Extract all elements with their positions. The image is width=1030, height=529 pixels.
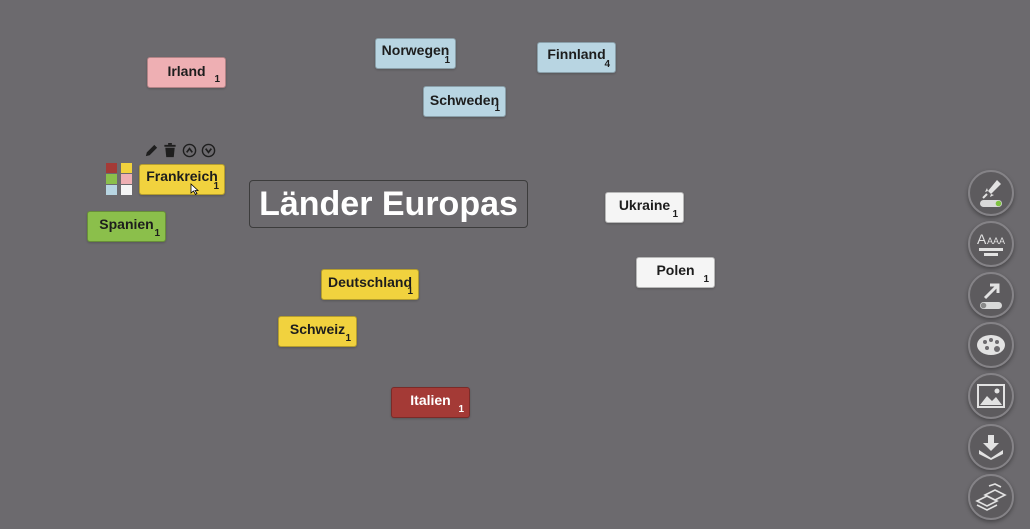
card-irland[interactable]: Irland 1 — [147, 57, 226, 88]
map-title[interactable]: Länder Europas — [249, 180, 528, 228]
card-count: 1 — [494, 103, 500, 114]
card-schweiz[interactable]: Schweiz 1 — [278, 316, 357, 347]
trash-icon[interactable] — [162, 142, 178, 158]
card-norwegen[interactable]: Norwegen 1 — [375, 38, 456, 69]
mouse-cursor-icon — [190, 183, 199, 195]
pencil-icon[interactable] — [143, 142, 159, 158]
download-button[interactable] — [968, 424, 1014, 470]
card-label: Spanien — [99, 216, 154, 232]
card-count: 1 — [444, 55, 450, 66]
card-count: 1 — [345, 333, 351, 344]
card-label: Italien — [410, 392, 451, 408]
card-finnland[interactable]: Finnland 4 — [537, 42, 616, 73]
card-label: Polen — [656, 262, 695, 278]
swatch-blue[interactable] — [106, 185, 117, 195]
card-ukraine[interactable]: Ukraine 1 — [605, 192, 684, 223]
swatch-white[interactable] — [121, 185, 132, 195]
card-label: Norwegen — [381, 42, 450, 58]
rocket-toggle-button[interactable] — [968, 170, 1014, 216]
move-down-icon[interactable] — [200, 142, 216, 158]
color-palette — [106, 163, 132, 195]
font-size-icon: A AAA — [977, 231, 1005, 256]
swatch-yellow[interactable] — [121, 163, 132, 173]
swatch-red[interactable] — [106, 163, 117, 173]
font-size-button[interactable]: A AAA — [968, 221, 1014, 267]
card-count: 1 — [154, 228, 160, 239]
card-deutschland[interactable]: Deutschland 1 — [321, 269, 419, 300]
rocket-toggle-icon — [980, 180, 1002, 207]
card-frankreich[interactable]: Frankreich 1 — [139, 164, 225, 195]
card-polen[interactable]: Polen 1 — [636, 257, 715, 288]
palette-button[interactable] — [968, 322, 1014, 368]
swatch-green[interactable] — [106, 174, 117, 184]
card-schweden[interactable]: Schweden 1 — [423, 86, 506, 117]
layers-icon — [975, 483, 1007, 511]
card-count: 1 — [672, 209, 678, 220]
card-count: 4 — [604, 59, 610, 70]
card-label: Schweden — [429, 92, 500, 108]
card-count: 1 — [213, 181, 219, 192]
card-count: 1 — [214, 74, 220, 85]
move-up-icon[interactable] — [181, 142, 197, 158]
card-label: Finnland — [547, 46, 606, 62]
card-spanien[interactable]: Spanien 1 — [87, 211, 166, 242]
svg-text:A: A — [977, 231, 987, 247]
card-count: 1 — [458, 404, 464, 415]
download-icon — [979, 435, 1003, 460]
image-icon — [977, 384, 1005, 408]
svg-text:AAA: AAA — [987, 236, 1005, 246]
card-italien[interactable]: Italien 1 — [391, 387, 470, 418]
share-export-button[interactable] — [968, 272, 1014, 318]
node-toolbar — [143, 142, 216, 158]
layers-button[interactable] — [968, 474, 1014, 520]
card-label: Deutschland — [327, 274, 412, 290]
swatch-pink[interactable] — [121, 174, 132, 184]
palette-icon — [977, 335, 1005, 355]
share-export-icon — [980, 283, 1002, 309]
card-label: Ukraine — [618, 197, 671, 213]
card-label: Schweiz — [289, 321, 346, 337]
card-label: Irland — [167, 63, 206, 79]
card-label: Frankreich — [146, 168, 218, 184]
image-button[interactable] — [968, 373, 1014, 419]
card-count: 1 — [407, 286, 413, 297]
card-count: 1 — [703, 274, 709, 285]
